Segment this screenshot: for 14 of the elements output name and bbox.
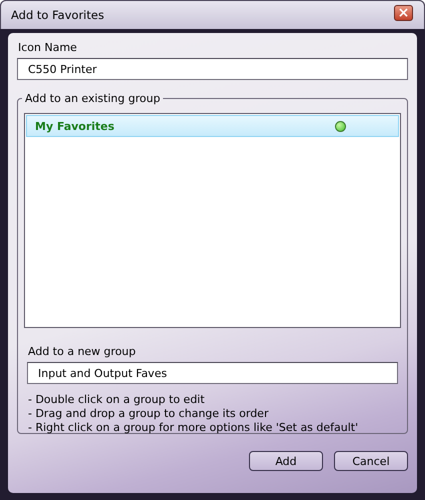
hint-text: - Double click on a group to edit [28,393,206,406]
hint-text: - Right click on a group for more options like 'Set as default' [28,421,360,434]
add-button[interactable]: Add [249,451,323,471]
new-group-field[interactable]: Input and Output Faves [27,362,398,384]
field-label: Add to a new group [28,345,137,358]
window-title: Add to Favorites [11,8,104,22]
icon-name-field[interactable]: C550 Printer [17,58,408,80]
hint-text: - Drag and drop a group to change its order [28,407,270,420]
cancel-button[interactable]: Cancel [334,451,408,471]
group-legend: Add to an existing group [22,92,164,105]
group-item[interactable]: My Favorites [26,115,399,137]
field-label: Icon Name [18,41,78,54]
group-list[interactable]: My Favorites [24,113,401,328]
group-name: My Favorites [35,120,114,132]
